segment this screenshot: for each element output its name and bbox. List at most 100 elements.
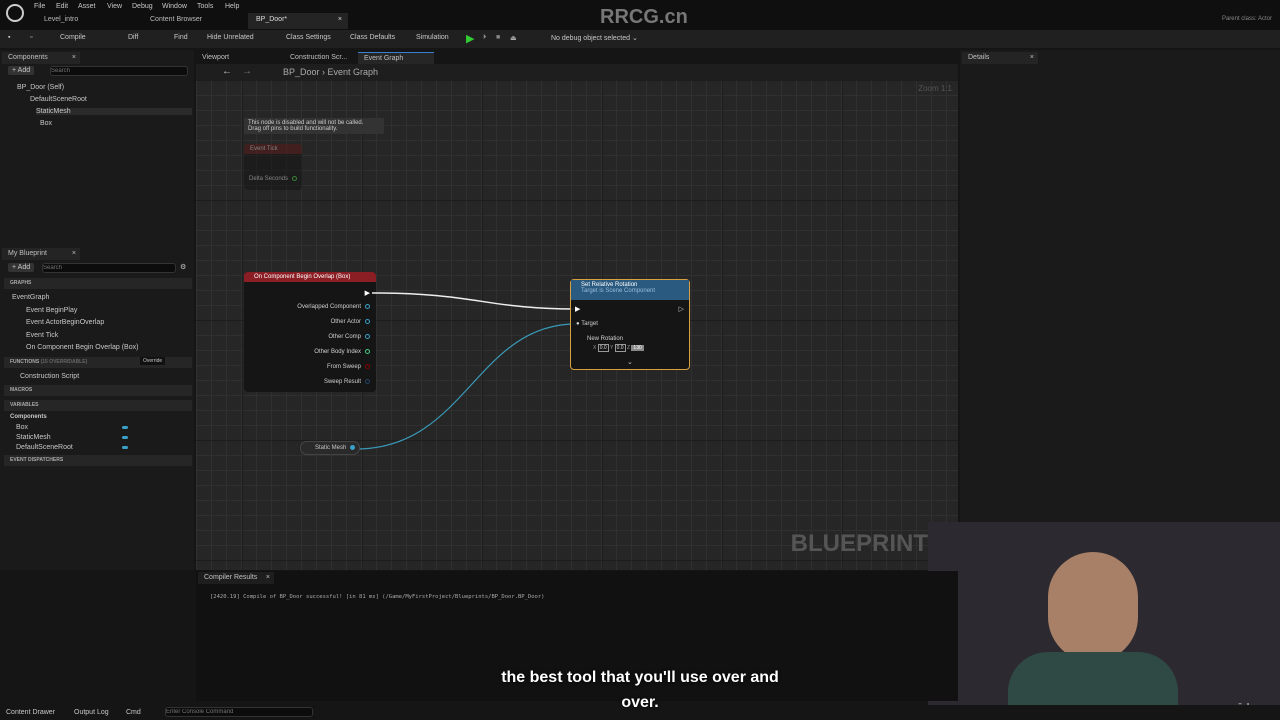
simulation-button[interactable]: Simulation — [416, 34, 449, 41]
add-button[interactable]: + Add — [8, 263, 35, 272]
rotation-fields: X 0.0 Y 0.0 Z 130 — [593, 344, 644, 352]
eject-icon[interactable]: ⏏ — [510, 34, 517, 42]
variable-label: StaticMesh — [16, 434, 51, 441]
functions-count: (15 OVERRIDABLE) — [40, 359, 88, 365]
event-tick[interactable]: Event Tick — [26, 332, 58, 339]
compiler-message: [2420.19] Compile of BP_Door successful!… — [210, 594, 545, 600]
set-relative-rotation-node[interactable]: Set Relative Rotation Target is Scene Com… — [570, 279, 690, 370]
tree-item-root[interactable]: DefaultSceneRoot — [30, 96, 87, 103]
details-panel: Details × — [960, 50, 1280, 522]
tab-my-blueprint[interactable]: My Blueprint × — [2, 248, 80, 260]
tab-details[interactable]: Details × — [962, 52, 1038, 64]
close-icon[interactable]: × — [338, 16, 342, 23]
browse-icon[interactable]: ▫ — [30, 34, 32, 41]
tab-components[interactable]: Components × — [2, 52, 80, 64]
tree-item-staticmesh[interactable]: StaticMesh — [36, 108, 192, 115]
close-icon[interactable]: × — [266, 574, 270, 581]
pin-dot — [350, 445, 356, 450]
rotation-x-input[interactable]: 0.0 — [597, 344, 609, 352]
my-blueprint-search-input[interactable] — [42, 263, 176, 273]
section-variables[interactable]: VARIABLES — [4, 400, 192, 411]
graph-canvas[interactable]: Zoom 1:1 BLUEPRINT This node is disabled… — [196, 80, 958, 570]
save-icon[interactable]: ▪ — [8, 34, 10, 41]
tab-level-intro[interactable]: Level_intro — [36, 13, 136, 29]
debug-object-select[interactable]: No debug object selected ⌄ — [551, 34, 638, 42]
expand-chevron-icon[interactable]: ⌄ — [627, 358, 633, 366]
unreal-logo[interactable] — [6, 4, 24, 22]
parent-class-value[interactable]: Actor — [1258, 16, 1272, 22]
debug-object-label: No debug object selected — [551, 35, 630, 42]
step-icon[interactable]: ⏵ — [483, 34, 487, 42]
variable-type-pill — [122, 426, 128, 429]
event-component-overlap[interactable]: On Component Begin Overlap (Box) — [26, 344, 138, 351]
variable-type-pill — [122, 446, 128, 449]
target-wire[interactable] — [355, 323, 577, 450]
subtitle-line-1: the best tool that you'll use over and — [501, 669, 779, 686]
parent-class: Parent class: Actor — [1222, 16, 1272, 22]
rotation-z-input[interactable]: 130 — [631, 345, 644, 351]
section-macros[interactable]: MACROS — [4, 385, 192, 396]
construction-script[interactable]: Construction Script — [20, 373, 79, 380]
menu-asset[interactable]: Asset — [78, 3, 96, 10]
tab-compiler-results[interactable]: Compiler Results × — [198, 572, 274, 584]
variable-box[interactable]: Box — [16, 424, 128, 431]
menu-window[interactable]: Window — [162, 3, 187, 10]
menu-help[interactable]: Help — [225, 3, 239, 10]
add-component-button[interactable]: + Add — [8, 66, 35, 75]
close-icon[interactable]: × — [72, 250, 76, 257]
exec-in-pin[interactable]: ▶ — [575, 305, 580, 313]
webcam-overlay: ūdemy — [928, 522, 1280, 720]
section-label: FUNCTIONS — [10, 359, 40, 365]
stop-icon[interactable]: ■ — [496, 34, 500, 41]
tab-viewport[interactable]: Viewport — [196, 52, 276, 64]
play-icon[interactable]: ▶ — [466, 32, 474, 45]
menu-file[interactable]: File — [34, 3, 45, 10]
tree-item-self[interactable]: BP_Door (Self) — [17, 84, 64, 91]
menu-view[interactable]: View — [107, 3, 122, 10]
tab-content-browser[interactable]: Content Browser — [142, 13, 242, 29]
close-icon[interactable]: × — [72, 54, 76, 61]
override-dropdown[interactable]: Override — [140, 357, 166, 365]
node-header: Set Relative Rotation Target is Scene Com… — [571, 280, 689, 300]
find-button[interactable]: Find — [174, 34, 188, 41]
static-mesh-getter-node[interactable]: Static Mesh — [300, 441, 360, 455]
variable-staticmesh[interactable]: StaticMesh — [16, 434, 128, 441]
gear-icon[interactable]: ⚙ — [180, 263, 186, 271]
variables-components-category[interactable]: Components — [10, 414, 47, 420]
variable-label: DefaultSceneRoot — [16, 444, 73, 451]
section-graphs[interactable]: GRAPHS — [4, 278, 192, 289]
tab-bp-door[interactable]: BP_Door* × — [248, 13, 348, 29]
tab-label: Components — [8, 54, 48, 61]
back-icon[interactable]: ← — [222, 66, 232, 77]
tree-item-box[interactable]: Box — [40, 120, 52, 127]
close-icon[interactable]: × — [1030, 54, 1034, 61]
menu-tools[interactable]: Tools — [197, 3, 213, 10]
tab-event-graph[interactable]: Event Graph — [358, 52, 434, 64]
class-defaults-button[interactable]: Class Defaults — [350, 34, 395, 41]
forward-icon[interactable]: → — [242, 66, 252, 77]
rotation-y-input[interactable]: 0.0 — [614, 344, 626, 352]
node-label: Static Mesh — [315, 445, 347, 452]
variable-type-pill — [122, 436, 128, 439]
hide-unrelated-button[interactable]: Hide Unrelated — [207, 34, 254, 41]
menu-edit[interactable]: Edit — [56, 3, 68, 10]
pin-new-rotation-label: New Rotation — [587, 336, 624, 342]
diff-button[interactable]: Diff — [128, 34, 138, 41]
exec-out-pin[interactable]: ▷ — [679, 305, 684, 313]
graph-eventgraph[interactable]: EventGraph — [12, 294, 49, 301]
tab-label: Details — [968, 54, 990, 61]
exec-wire[interactable] — [371, 292, 577, 310]
section-event-dispatchers[interactable]: EVENT DISPATCHERS — [4, 455, 192, 466]
pin-target[interactable]: ● Target — [576, 321, 598, 327]
variable-defaultsceneroot[interactable]: DefaultSceneRoot — [16, 444, 128, 451]
tab-construction-script[interactable]: Construction Scr... — [284, 52, 358, 64]
menu-bar: File Edit Asset View Debug Window Tools … — [0, 0, 1280, 30]
event-beginplay[interactable]: Event BeginPlay — [26, 307, 77, 314]
components-search-input[interactable] — [50, 66, 188, 76]
menu-debug[interactable]: Debug — [132, 3, 153, 10]
class-settings-button[interactable]: Class Settings — [286, 34, 331, 41]
breadcrumb-root[interactable]: BP_Door — [283, 67, 320, 77]
compile-button[interactable]: Compile — [60, 34, 86, 41]
tab-label: My Blueprint — [8, 250, 47, 257]
event-actorbeginoverlap[interactable]: Event ActorBeginOverlap — [26, 319, 104, 326]
